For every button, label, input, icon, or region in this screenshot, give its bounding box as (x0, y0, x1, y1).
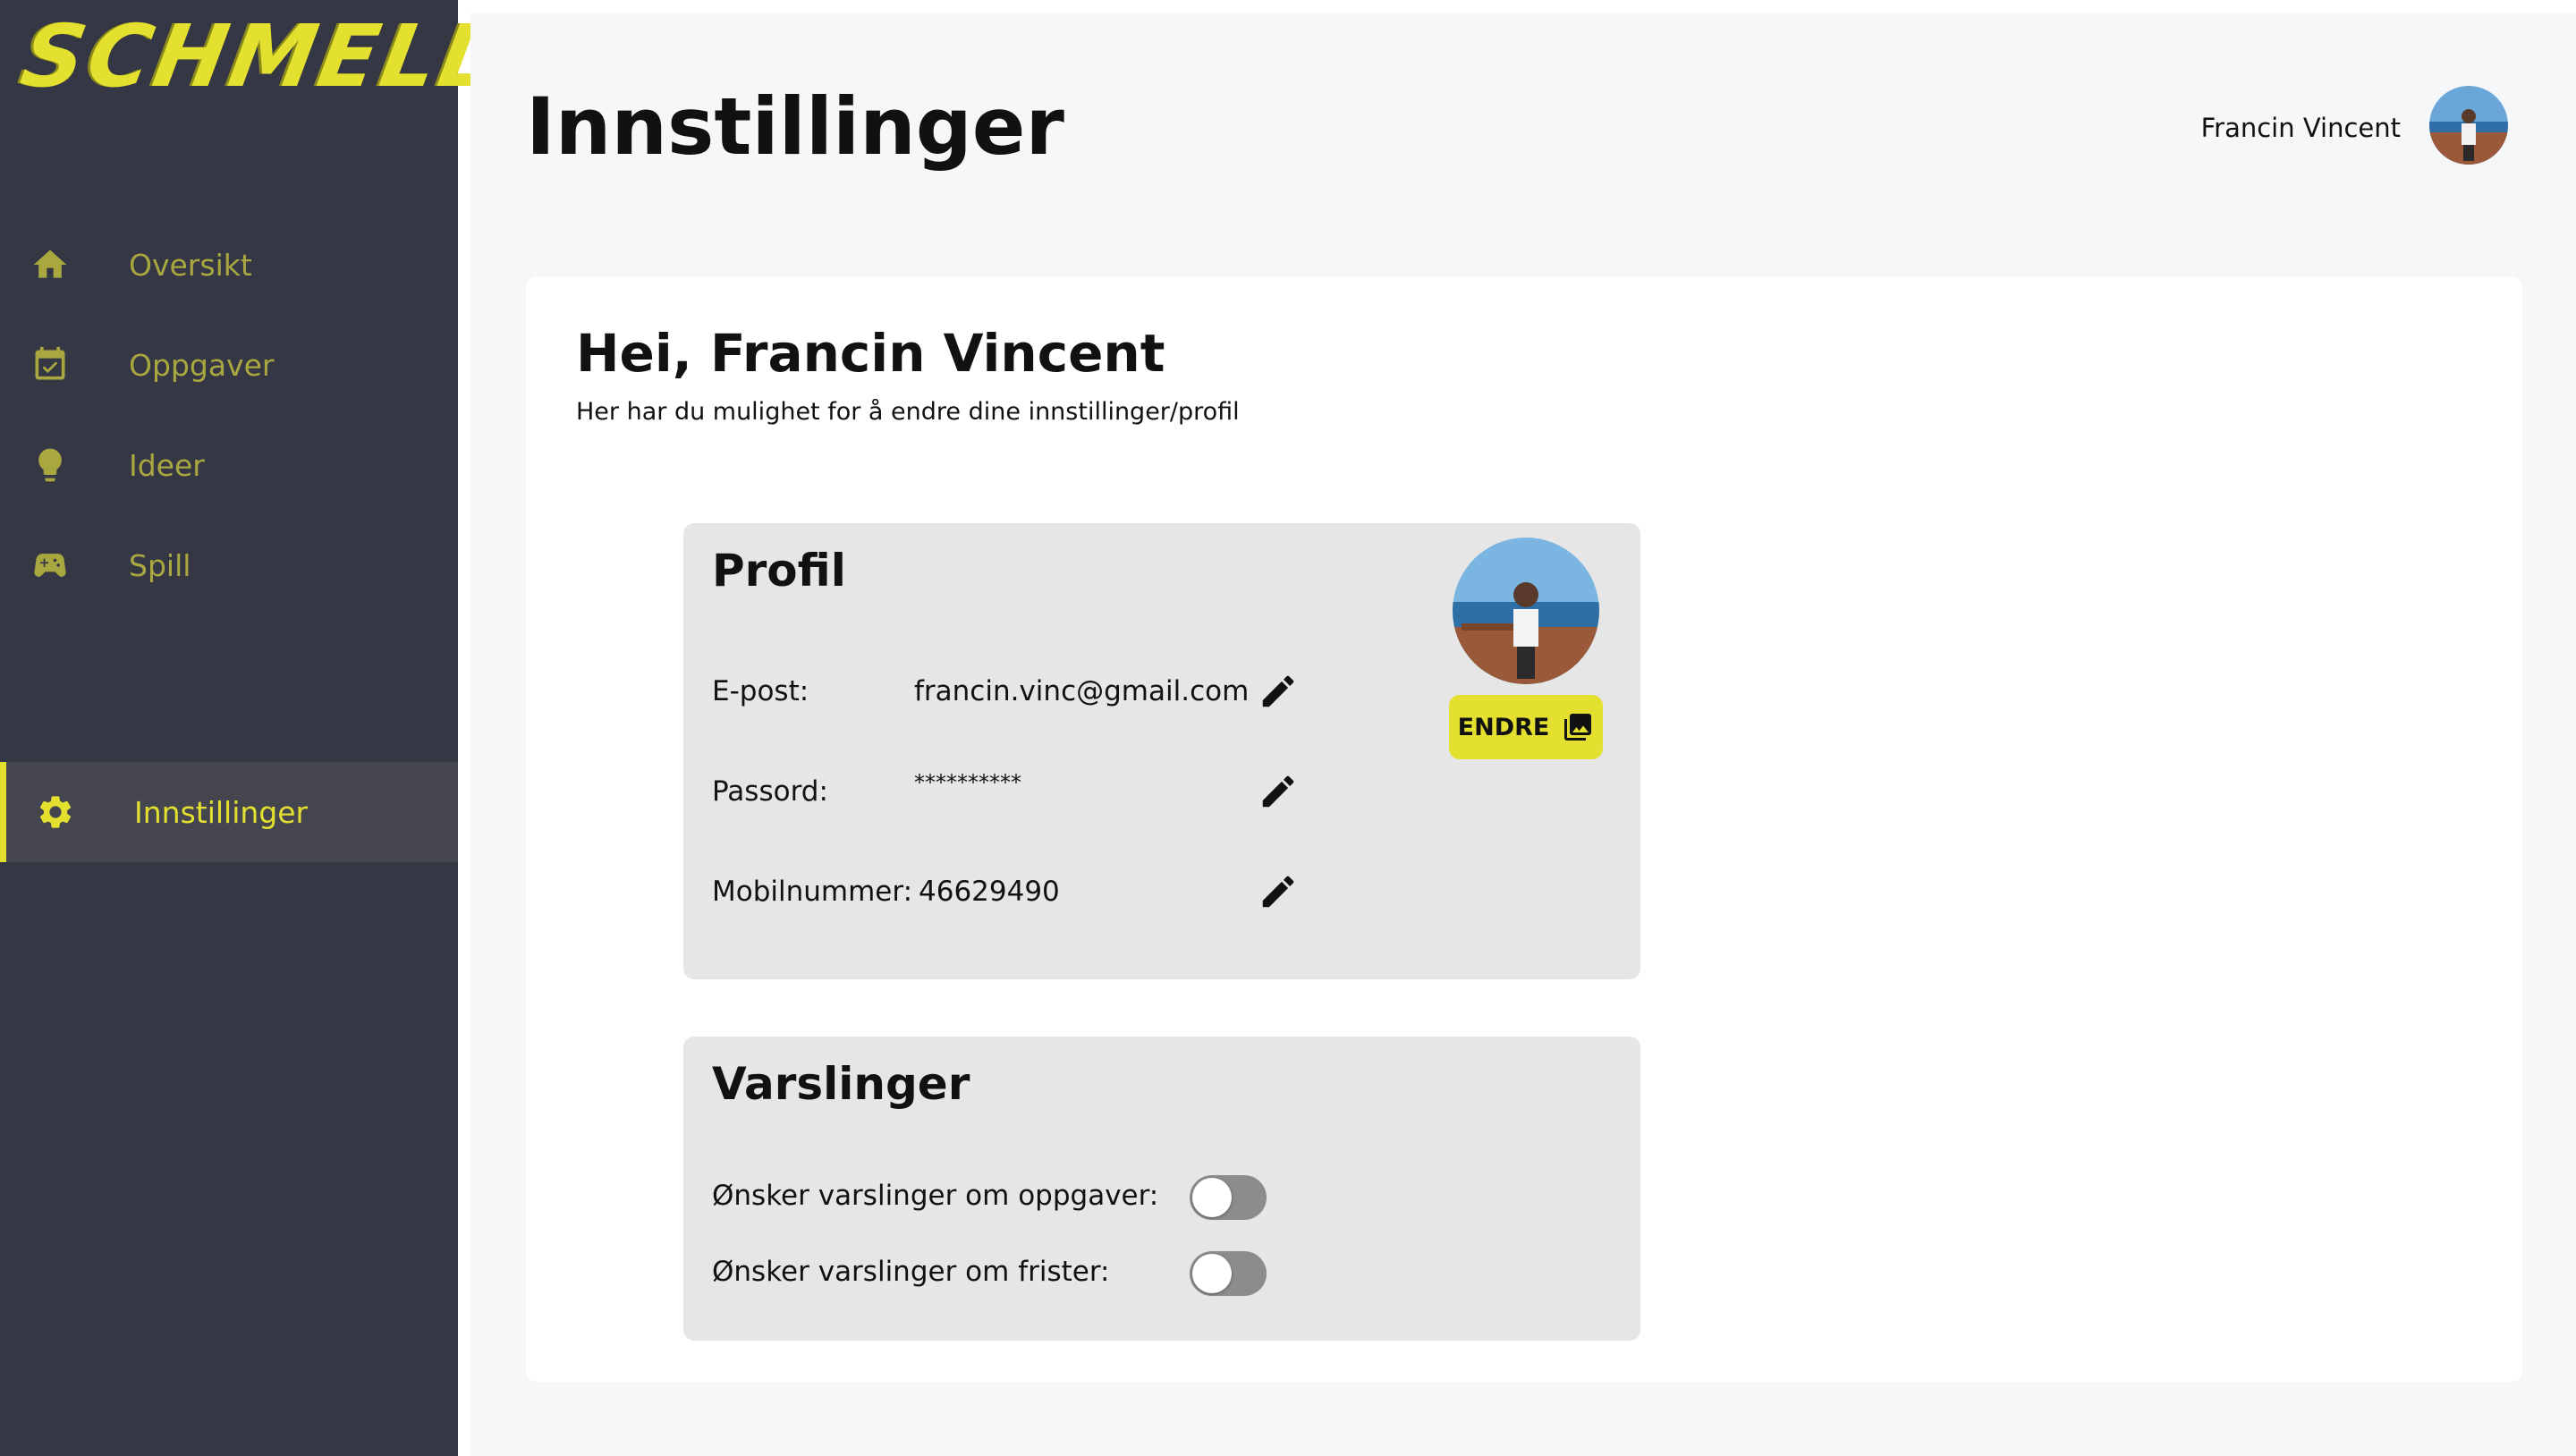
sidebar-item-oversikt[interactable]: Oversikt (0, 215, 458, 315)
toggle-knob (1192, 1178, 1232, 1217)
header-user-name: Francin Vincent (2200, 113, 2401, 143)
sidebar-item-label: Oversikt (129, 247, 252, 283)
profile-avatar (1453, 538, 1599, 684)
edit-phone-icon[interactable] (1258, 871, 1299, 912)
toggle-knob (1192, 1254, 1232, 1293)
password-label: Passord: (712, 775, 828, 808)
sidebar-item-label: Spill (129, 547, 191, 583)
sidebar-item-spill[interactable]: Spill (0, 515, 458, 615)
sidebar-item-oppgaver[interactable]: Oppgaver (0, 315, 458, 415)
lightbulb-icon (38, 448, 62, 482)
edit-email-icon[interactable] (1258, 671, 1299, 712)
avatar[interactable] (2429, 86, 2508, 165)
change-photo-button[interactable]: ENDRE (1449, 695, 1603, 759)
greeting-heading: Hei, Francin Vincent (576, 323, 1165, 384)
sidebar-item-innstillinger[interactable]: Innstillinger (0, 762, 458, 862)
sidebar-item-label: Ideer (129, 447, 205, 483)
edit-password-icon[interactable] (1258, 771, 1299, 812)
main-content: Innstillinger Francin Vincent Hei, Franc… (470, 13, 2576, 1456)
notifications-title: Varslinger (712, 1058, 970, 1110)
gamepad-icon (34, 554, 66, 577)
sidebar-item-label: Innstillinger (134, 794, 309, 830)
email-value: francin.vinc@gmail.com (914, 675, 1250, 707)
deadlines-notification-label: Ønsker varslinger om frister: (712, 1256, 1110, 1288)
avatar-photo (2429, 86, 2508, 165)
change-photo-label: ENDRE (1457, 713, 1550, 741)
profile-photo (1453, 538, 1599, 684)
password-value: ********** (914, 770, 1021, 795)
profile-panel: Profil E-post: francin.vinc@gmail.com Pa… (683, 523, 1640, 979)
tasks-notification-toggle[interactable] (1190, 1175, 1267, 1220)
gear-icon (39, 796, 72, 828)
page-title: Innstillinger (526, 80, 1064, 173)
deadlines-notification-toggle[interactable] (1190, 1251, 1267, 1296)
sidebar: SCHMELL! Oversikt Oppgaver Ideer Spill I… (0, 0, 550, 1456)
photo-library-icon (1564, 714, 1592, 741)
settings-card: Hei, Francin Vincent Her har du mulighet… (526, 276, 2522, 1382)
tasks-notification-label: Ønsker varslinger om oppgaver: (712, 1180, 1159, 1212)
phone-value: 46629490 (919, 876, 1060, 908)
calendar-check-icon (35, 346, 65, 380)
profile-title: Profil (712, 545, 846, 597)
sidebar-item-label: Oppgaver (129, 347, 275, 383)
greeting-subtitle: Her har du mulighet for å endre dine inn… (576, 398, 1240, 426)
home-icon (33, 250, 67, 278)
phone-label: Mobilnummer: (712, 876, 913, 908)
sidebar-item-ideer[interactable]: Ideer (0, 415, 458, 515)
email-label: E-post: (712, 675, 809, 707)
notifications-panel: Varslinger Ønsker varslinger om oppgaver… (683, 1037, 1640, 1341)
